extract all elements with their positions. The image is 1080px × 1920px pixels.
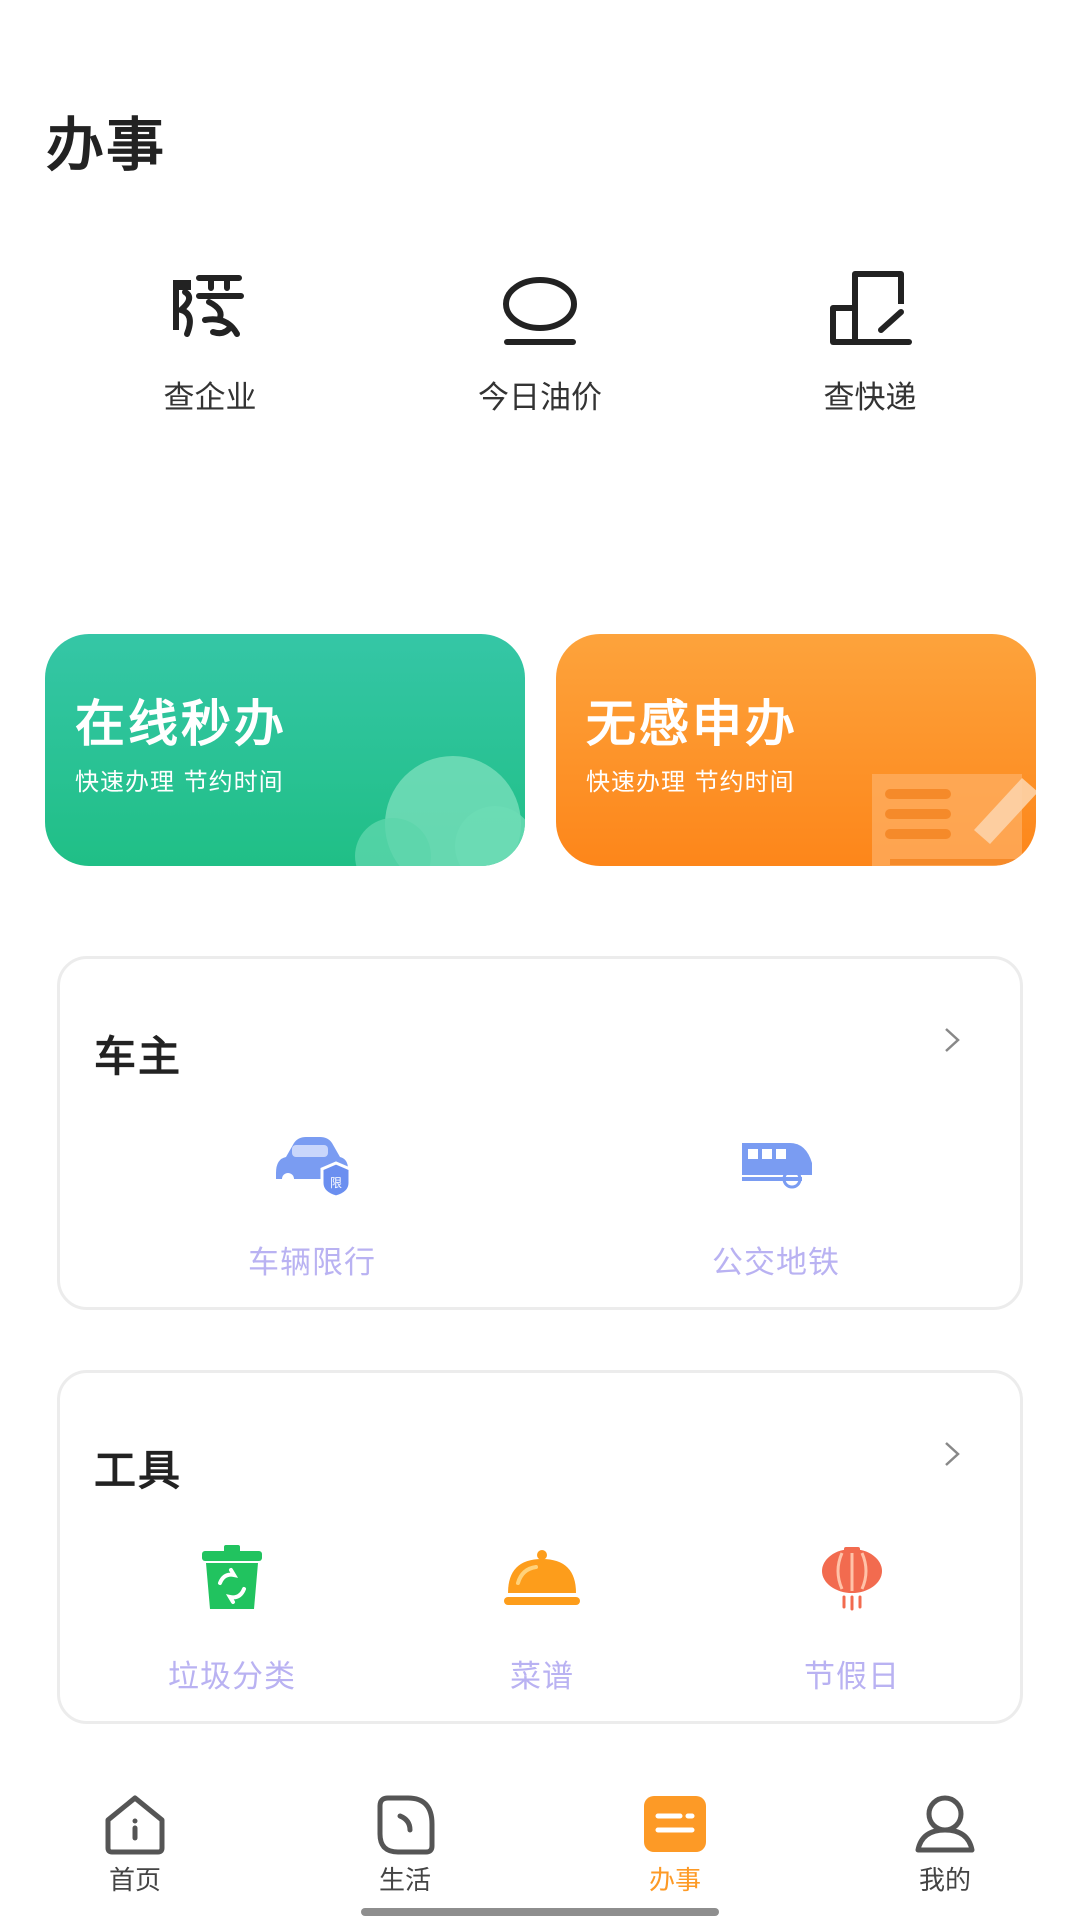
tools-item-garbage-sorting[interactable]: 垃圾分类	[122, 1543, 342, 1696]
chevron-right-icon[interactable]	[940, 1439, 964, 1469]
tab-profile[interactable]: 我的	[885, 1792, 1005, 1897]
chevron-right-icon[interactable]	[940, 1025, 964, 1055]
banner-online-service[interactable]: 在线秒办 快速办理 节约时间	[45, 634, 525, 866]
tools-item-holidays[interactable]: 节假日	[742, 1543, 962, 1696]
seal-glyph-icon	[165, 262, 255, 352]
banner-seamless-service[interactable]: 无感申办 快速办理 节约时间	[556, 634, 1036, 866]
svg-text:限: 限	[330, 1176, 342, 1190]
tools-item-recipes[interactable]: 菜谱	[432, 1543, 652, 1696]
section-tools: 工具 垃圾分类 菜谱 节假日	[57, 1370, 1023, 1724]
quick-action-company[interactable]: 查企业	[110, 262, 310, 422]
quick-action-oil-price[interactable]: 今日油价	[440, 262, 640, 422]
page-title: 办事	[46, 111, 167, 179]
lantern-icon	[812, 1543, 892, 1613]
quick-actions: 查企业 今日油价 查快递	[0, 262, 1080, 422]
owner-item-transit[interactable]: 公交地铁	[666, 1129, 886, 1282]
package-edit-icon	[825, 262, 915, 352]
tab-life[interactable]: 生活	[345, 1792, 465, 1897]
tab-home[interactable]: 首页	[75, 1792, 195, 1897]
affairs-icon	[640, 1792, 710, 1856]
bottom-tab-bar: 首页 生活 办事 我的	[0, 1790, 1080, 1920]
owner-item-car-restriction[interactable]: 限 车辆限行	[202, 1129, 422, 1282]
life-icon	[370, 1792, 440, 1856]
section-owner: 车主 限 车辆限行 公交地铁	[57, 956, 1023, 1310]
car-restriction-icon: 限	[272, 1129, 352, 1199]
cloud-decoration-icon	[355, 756, 525, 866]
quick-action-express[interactable]: 查快递	[770, 262, 970, 422]
home-icon	[100, 1792, 170, 1856]
tab-affairs[interactable]: 办事	[615, 1792, 735, 1897]
recycle-bin-icon	[192, 1543, 272, 1613]
document-pen-decoration-icon	[872, 774, 1036, 866]
food-cloche-icon	[502, 1543, 582, 1613]
profile-icon	[910, 1792, 980, 1856]
home-indicator[interactable]	[361, 1908, 719, 1916]
train-icon	[736, 1129, 816, 1199]
oil-drop-icon	[495, 262, 585, 352]
